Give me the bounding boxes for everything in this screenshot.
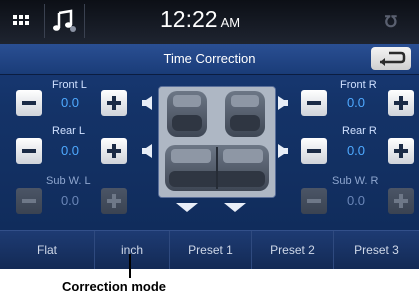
- rear-l-label: Rear L: [52, 125, 86, 137]
- sub-l-minus-button[interactable]: [16, 188, 42, 214]
- clock-time: 12:22: [160, 6, 218, 32]
- grid-icon: [13, 15, 29, 25]
- sub-r-minus-button[interactable]: [301, 188, 327, 214]
- sub-l-value: 0.0: [60, 193, 80, 208]
- sub-l-plus-button[interactable]: [101, 188, 127, 214]
- clock: 12:22 AM: [160, 6, 270, 33]
- music-source-button[interactable]: [44, 4, 85, 38]
- car-seating-diagram: [158, 86, 276, 198]
- grid-button[interactable]: [0, 4, 45, 38]
- front-r-value: 0.0: [346, 95, 366, 110]
- head-unit-screen: 12:22 AM ℧ Time Correction Front L 0.0 Fr…: [0, 0, 419, 269]
- back-button[interactable]: [371, 47, 411, 70]
- speaker-marker-icon: [278, 144, 288, 158]
- tab-preset-3[interactable]: Preset 3: [333, 231, 419, 269]
- rear-l-plus-button[interactable]: [101, 138, 127, 164]
- speaker-marker-icon: [142, 96, 152, 110]
- front-l-minus-button[interactable]: [16, 90, 42, 116]
- tab-preset-1[interactable]: Preset 1: [169, 231, 251, 269]
- callout-line: [129, 254, 131, 278]
- front-l-label: Front L: [52, 79, 87, 91]
- music-note-icon: [53, 9, 76, 32]
- sub-r-plus-button[interactable]: [388, 188, 414, 214]
- sub-l-label: Sub W. L: [46, 175, 91, 187]
- tab-preset-2[interactable]: Preset 2: [251, 231, 333, 269]
- rear-r-value: 0.0: [346, 143, 366, 158]
- callout-label: Correction mode: [62, 279, 167, 294]
- front-r-minus-button[interactable]: [301, 90, 327, 116]
- speaker-marker-icon: [278, 96, 288, 110]
- bluetooth-icon: ℧: [384, 14, 397, 31]
- subwoofer-marker-icon: [224, 203, 246, 212]
- sub-r-value: 0.0: [346, 193, 366, 208]
- car-seats-image: [159, 87, 275, 197]
- front-l-plus-button[interactable]: [101, 90, 127, 116]
- sub-r-label: Sub W. R: [332, 175, 379, 187]
- rear-r-label: Rear R: [342, 125, 377, 137]
- return-arrow-icon: [380, 51, 406, 66]
- front-l-value: 0.0: [60, 95, 80, 110]
- subwoofer-marker-icon: [176, 203, 198, 212]
- page-title: Time Correction: [163, 51, 256, 66]
- front-r-label: Front R: [340, 79, 377, 91]
- front-r-plus-button[interactable]: [388, 90, 414, 116]
- rear-r-plus-button[interactable]: [388, 138, 414, 164]
- rear-r-minus-button[interactable]: [301, 138, 327, 164]
- speaker-marker-icon: [142, 144, 152, 158]
- rear-l-value: 0.0: [60, 143, 80, 158]
- title-bar: Time Correction: [0, 44, 419, 75]
- clock-ampm: AM: [220, 15, 241, 30]
- status-bar: 12:22 AM ℧: [0, 0, 419, 44]
- tab-inch[interactable]: inch: [94, 231, 169, 269]
- tab-flat[interactable]: Flat: [0, 231, 94, 269]
- rear-l-minus-button[interactable]: [16, 138, 42, 164]
- correction-mode-tab-bar: Flat inch Preset 1 Preset 2 Preset 3: [0, 230, 419, 269]
